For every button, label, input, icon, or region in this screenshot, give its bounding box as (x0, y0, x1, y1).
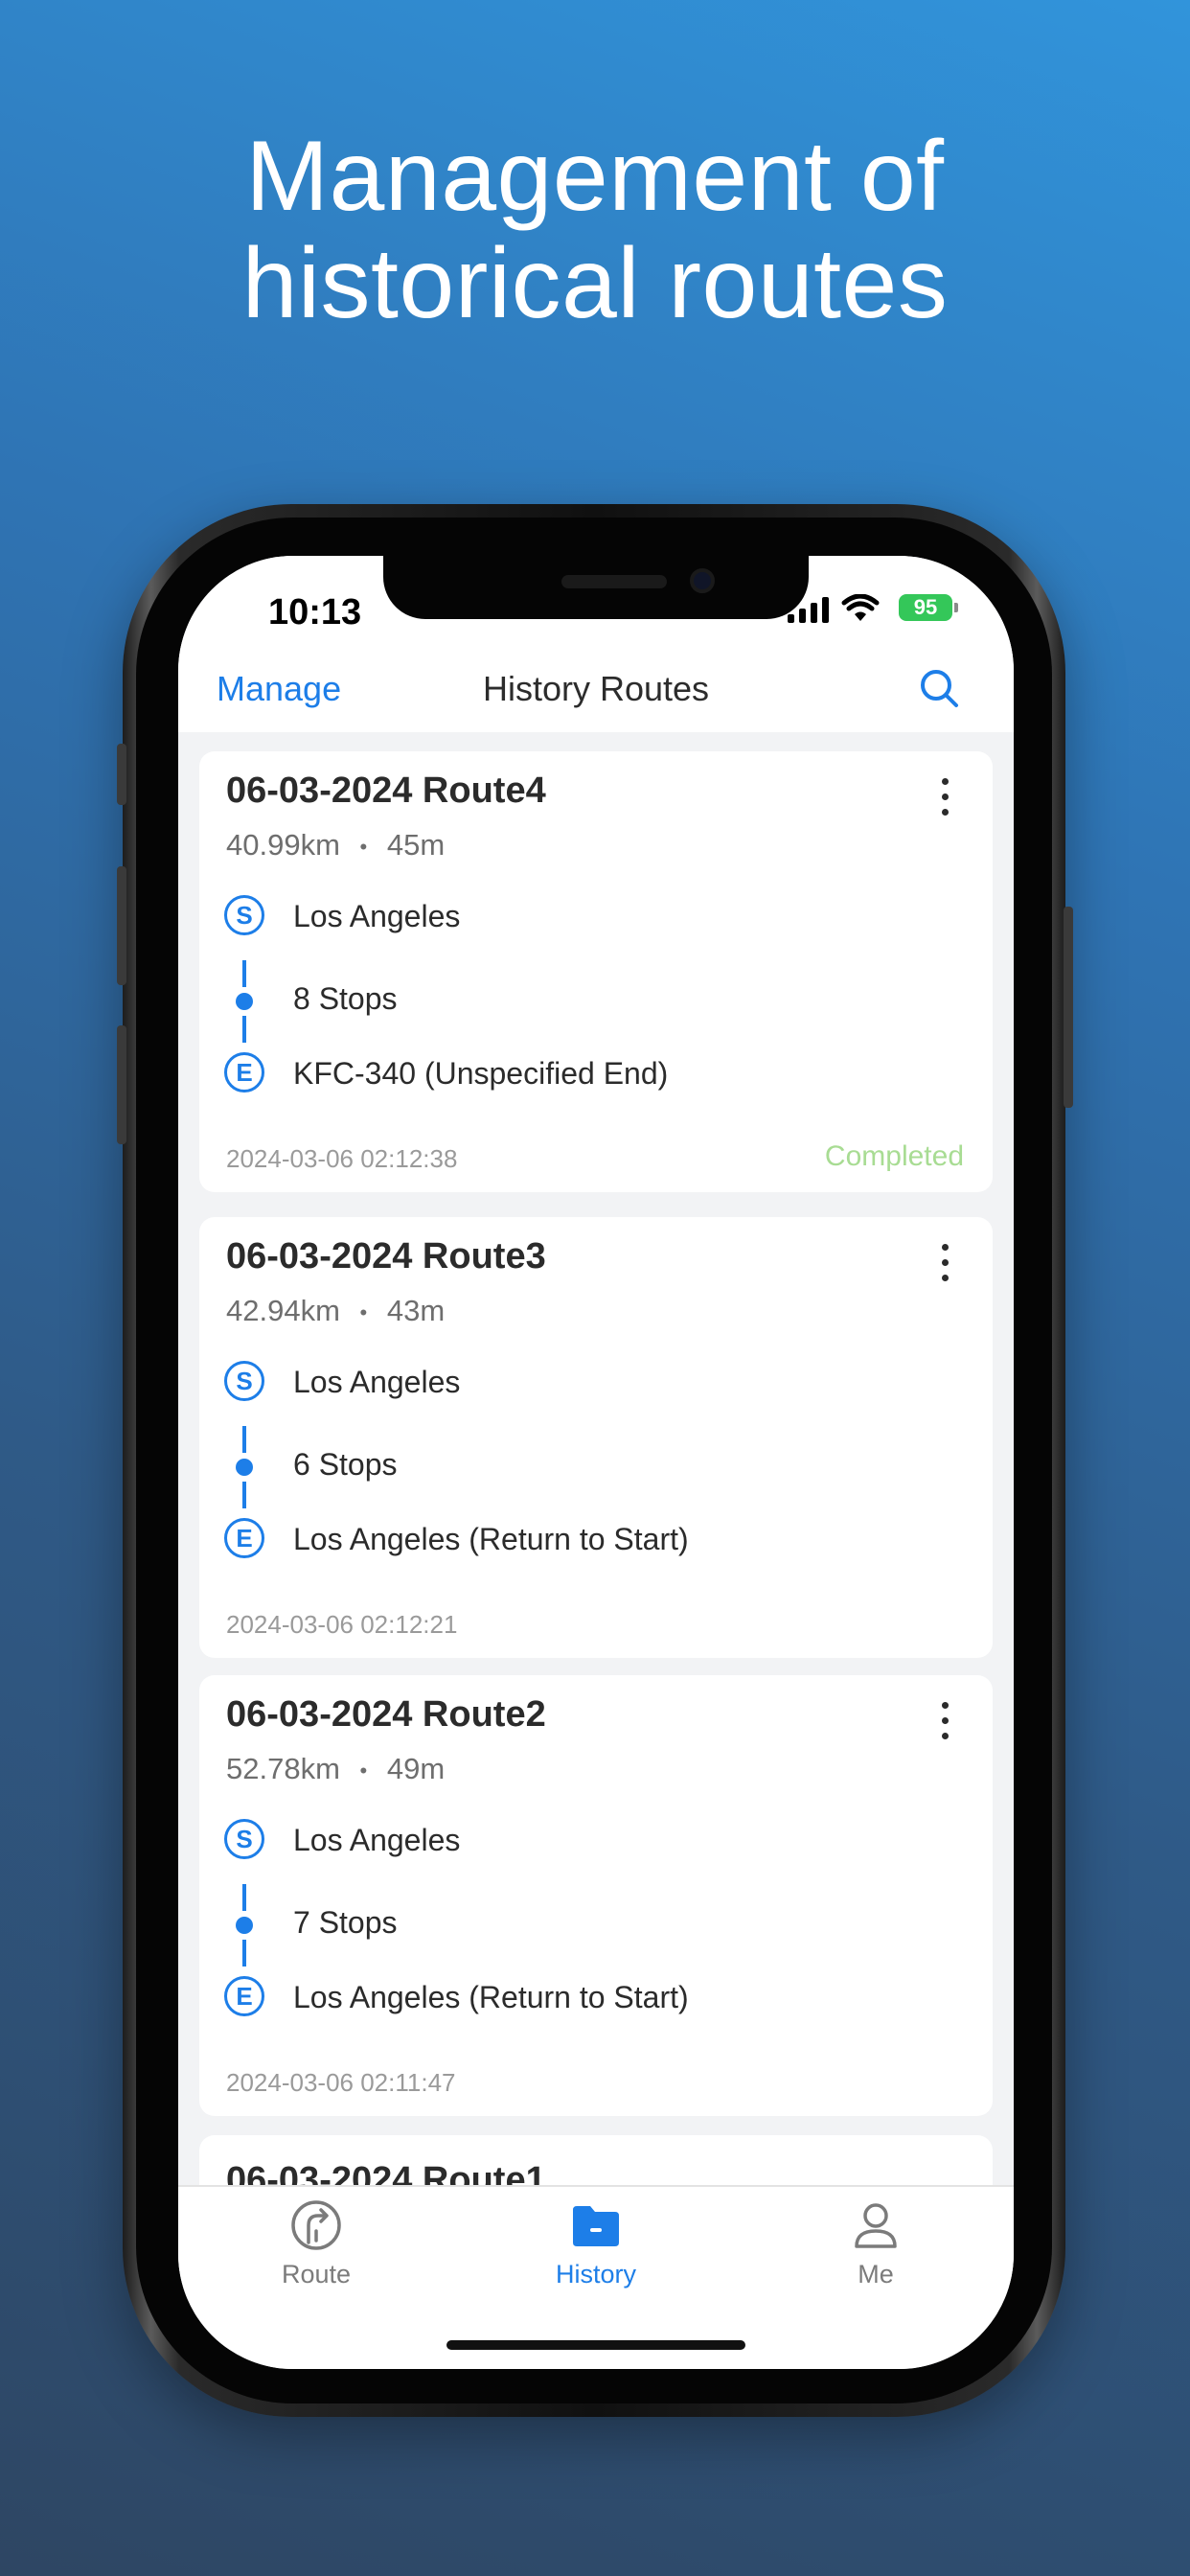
route-distance: 52.78km (226, 1752, 340, 1785)
route-card[interactable]: 06-03-2024 Route4 40.99km • 45m S Los An… (199, 751, 993, 1192)
battery-icon: 95 (899, 594, 958, 621)
route-connector (242, 1940, 246, 1966)
more-options-icon[interactable] (933, 1244, 956, 1290)
route-meta: 52.78km • 49m (226, 1752, 445, 1786)
more-options-icon[interactable] (933, 1702, 956, 1748)
stops-dot-icon (236, 1459, 253, 1476)
stops-dot-icon (236, 993, 253, 1010)
phone-screen: 10:13 95 Manage History Routes 06-03-202… (178, 556, 1014, 2369)
route-card[interactable]: 06-03-2024 Route3 42.94km • 43m S Los An… (199, 1217, 993, 1658)
end-marker-icon: E (224, 1518, 264, 1558)
person-icon (855, 2203, 897, 2248)
route-stops: 6 Stops (293, 1447, 398, 1482)
route-connector (242, 1016, 246, 1043)
stops-dot-icon (236, 1917, 253, 1934)
navigation-bar: Manage History Routes (178, 644, 1014, 732)
status-time: 10:13 (268, 592, 362, 632)
more-options-icon[interactable] (933, 778, 956, 824)
route-stops: 7 Stops (293, 1905, 398, 1940)
tab-label: History (555, 2260, 636, 2288)
route-start: Los Angeles (293, 899, 461, 933)
tab-history[interactable]: History (500, 2196, 692, 2289)
folder-icon (573, 2206, 619, 2246)
volume-down-button (117, 1025, 126, 1144)
start-marker-icon: S (224, 1361, 264, 1401)
route-connector (242, 1884, 246, 1911)
tab-label: Me (858, 2260, 894, 2288)
route-connector (242, 960, 246, 987)
wifi-icon (841, 594, 880, 621)
route-title: 06-03-2024 Route4 (226, 770, 546, 811)
route-icon (291, 2200, 341, 2250)
route-duration: 43m (386, 1294, 446, 1327)
meta-separator: • (359, 834, 368, 859)
notch (383, 556, 809, 619)
tab-me[interactable]: Me (780, 2196, 972, 2289)
route-date: 2024-03-06 02:12:38 (226, 1144, 458, 1173)
route-connector (242, 1426, 246, 1453)
route-end: KFC-340 (Unspecified End) (293, 1056, 669, 1091)
status-badge: Completed (824, 1140, 964, 1172)
route-start: Los Angeles (293, 1823, 461, 1857)
route-duration: 49m (386, 1752, 446, 1785)
route-title: 06-03-2024 Route2 (226, 1694, 546, 1735)
route-stops: 8 Stops (293, 981, 398, 1016)
tab-label: Route (281, 2260, 352, 2288)
tab-route[interactable]: Route (220, 2196, 412, 2289)
headline: Management of historical routes (0, 123, 1190, 337)
search-icon[interactable] (916, 665, 962, 711)
route-card[interactable]: 06-03-2024 Route2 52.78km • 49m S Los An… (199, 1675, 993, 2116)
mute-switch (117, 744, 126, 805)
end-marker-icon: E (224, 1052, 264, 1092)
route-start: Los Angeles (293, 1365, 461, 1399)
route-distance: 40.99km (226, 828, 340, 862)
headline-line-2: historical routes (241, 228, 949, 339)
route-distance: 42.94km (226, 1294, 340, 1327)
route-meta: 40.99km • 45m (226, 828, 445, 862)
headline-line-1: Management of (245, 121, 945, 232)
start-marker-icon: S (224, 895, 264, 935)
volume-up-button (117, 866, 126, 985)
end-marker-icon: E (224, 1976, 264, 2016)
speaker (561, 575, 667, 588)
route-end: Los Angeles (Return to Start) (293, 1522, 689, 1556)
start-marker-icon: S (224, 1819, 264, 1859)
route-title: 06-03-2024 Route3 (226, 1236, 546, 1276)
route-connector (242, 1482, 246, 1508)
manage-button[interactable]: Manage (217, 669, 341, 709)
route-meta: 42.94km • 43m (226, 1294, 445, 1328)
route-date: 2024-03-06 02:12:21 (226, 1610, 458, 1639)
route-duration: 45m (386, 828, 446, 862)
route-date: 2024-03-06 02:11:47 (226, 2068, 456, 2097)
home-indicator (446, 2340, 745, 2350)
route-end: Los Angeles (Return to Start) (293, 1980, 689, 2014)
power-button (1064, 907, 1073, 1108)
front-camera (690, 568, 715, 593)
meta-separator: • (359, 1758, 368, 1782)
meta-separator: • (359, 1300, 368, 1324)
